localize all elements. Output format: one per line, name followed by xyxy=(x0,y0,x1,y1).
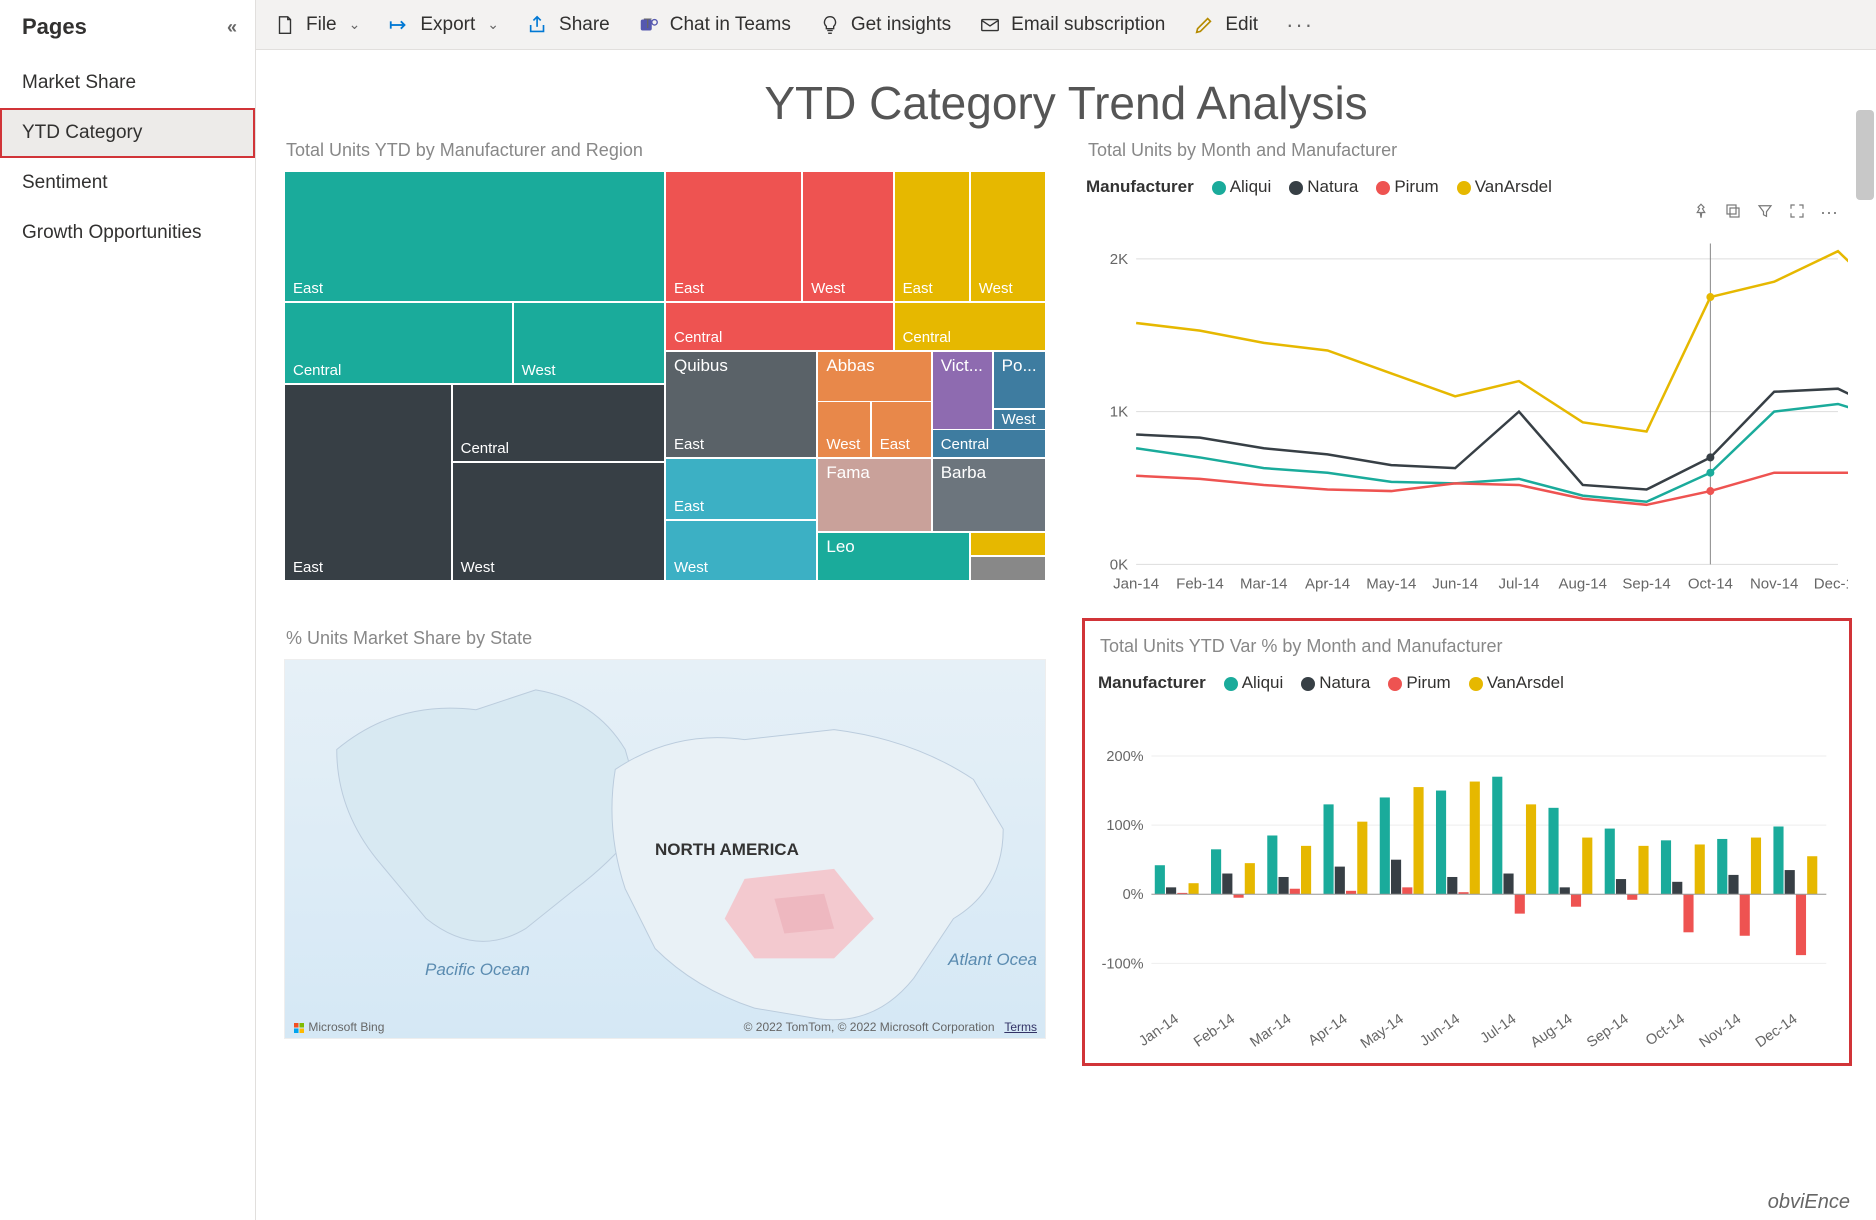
teams-icon: T xyxy=(638,14,660,36)
mail-icon xyxy=(979,14,1001,36)
svg-text:May-14: May-14 xyxy=(1366,575,1416,592)
svg-text:Aug-14: Aug-14 xyxy=(1559,575,1607,592)
collapse-sidebar-icon[interactable]: « xyxy=(227,17,237,38)
export-button[interactable]: Export⌄ xyxy=(388,14,499,36)
bar-chart-title: Total Units YTD Var % by Month and Manuf… xyxy=(1098,630,1836,667)
bar-chart-visual[interactable]: Total Units YTD Var % by Month and Manuf… xyxy=(1086,622,1848,1062)
pacific-label: Pacific Ocean xyxy=(425,960,530,980)
svg-text:Oct-14: Oct-14 xyxy=(1643,1011,1688,1049)
page-item-growth[interactable]: Growth Opportunities xyxy=(0,208,255,258)
svg-text:Apr-14: Apr-14 xyxy=(1306,1011,1351,1049)
share-button[interactable]: Share xyxy=(527,14,610,36)
page-item-sentiment[interactable]: Sentiment xyxy=(0,158,255,208)
svg-text:2K: 2K xyxy=(1110,251,1128,268)
insights-button[interactable]: Get insights xyxy=(819,14,951,36)
map-terms-link[interactable]: Terms xyxy=(1004,1020,1037,1034)
svg-text:Mar-14: Mar-14 xyxy=(1240,575,1288,592)
export-icon xyxy=(388,14,410,36)
provider-brand: obviEnce xyxy=(1768,1191,1850,1214)
chevron-down-icon: ⌄ xyxy=(349,16,361,33)
command-bar: File⌄ Export⌄ Share T Chat in Teams Get … xyxy=(256,0,1876,50)
svg-text:Jun-14: Jun-14 xyxy=(1417,1011,1463,1050)
svg-text:100%: 100% xyxy=(1106,818,1143,834)
svg-text:Jan-14: Jan-14 xyxy=(1113,575,1159,592)
page-item-market-share[interactable]: Market Share xyxy=(0,58,255,108)
map-title: % Units Market Share by State xyxy=(284,622,1046,659)
pages-sidebar: Pages « Market Share YTD Category Sentim… xyxy=(0,0,256,1220)
bulb-icon xyxy=(819,14,841,36)
map-attribution: © 2022 TomTom, © 2022 Microsoft Corporat… xyxy=(744,1020,995,1034)
svg-text:Apr-14: Apr-14 xyxy=(1305,575,1350,592)
chevron-down-icon: ⌄ xyxy=(487,16,499,33)
svg-text:May-14: May-14 xyxy=(1358,1011,1407,1052)
file-button[interactable]: File⌄ xyxy=(274,14,360,36)
continent-label: NORTH AMERICA xyxy=(655,840,799,860)
svg-text:Aug-14: Aug-14 xyxy=(1528,1011,1576,1051)
more-options-button[interactable]: ··· xyxy=(1286,12,1314,38)
svg-text:Dec-14: Dec-14 xyxy=(1753,1011,1801,1051)
svg-text:Sep-14: Sep-14 xyxy=(1584,1011,1632,1051)
share-icon xyxy=(527,14,549,36)
svg-text:Jan-14: Jan-14 xyxy=(1136,1011,1182,1050)
svg-text:Nov-14: Nov-14 xyxy=(1697,1011,1745,1051)
report-title: YTD Category Trend Analysis xyxy=(276,50,1856,134)
bing-logo: Microsoft Bing xyxy=(293,1020,384,1034)
treemap-title: Total Units YTD by Manufacturer and Regi… xyxy=(284,134,1046,171)
svg-text:0K: 0K xyxy=(1110,556,1128,573)
svg-text:Feb-14: Feb-14 xyxy=(1176,575,1224,592)
chat-teams-button[interactable]: T Chat in Teams xyxy=(638,14,791,36)
svg-text:Mar-14: Mar-14 xyxy=(1247,1011,1294,1051)
atlantic-label: Atlant Ocea xyxy=(948,950,1037,970)
svg-text:0%: 0% xyxy=(1123,887,1144,903)
svg-text:Sep-14: Sep-14 xyxy=(1622,575,1670,592)
svg-text:Feb-14: Feb-14 xyxy=(1191,1011,1238,1051)
svg-text:Jul-14: Jul-14 xyxy=(1499,575,1540,592)
svg-text:Nov-14: Nov-14 xyxy=(1750,575,1798,592)
email-subscription-button[interactable]: Email subscription xyxy=(979,14,1165,36)
page-item-ytd-category[interactable]: YTD Category xyxy=(0,108,255,158)
svg-text:Jun-14: Jun-14 xyxy=(1432,575,1478,592)
svg-text:200%: 200% xyxy=(1106,749,1143,765)
pages-title: Pages xyxy=(22,14,87,40)
svg-text:-100%: -100% xyxy=(1102,956,1144,972)
svg-text:T: T xyxy=(643,15,652,30)
svg-text:1K: 1K xyxy=(1110,404,1128,421)
file-icon xyxy=(274,14,296,36)
edit-button[interactable]: Edit xyxy=(1193,14,1258,36)
svg-text:Jul-14: Jul-14 xyxy=(1478,1011,1520,1047)
svg-text:Dec-14: Dec-14 xyxy=(1814,575,1848,592)
pencil-icon xyxy=(1193,14,1215,36)
treemap-visual[interactable]: Total Units YTD by Manufacturer and Regi… xyxy=(284,134,1046,614)
scrollbar-thumb[interactable] xyxy=(1856,110,1874,200)
line-chart-title: Total Units by Month and Manufacturer xyxy=(1086,134,1848,171)
map-visual[interactable]: % Units Market Share by State NORTH AMER… xyxy=(284,622,1046,1062)
bar-chart-legend: Manufacturer Aliqui Natura Pirum VanArsd… xyxy=(1098,667,1836,705)
svg-text:Oct-14: Oct-14 xyxy=(1688,575,1733,592)
